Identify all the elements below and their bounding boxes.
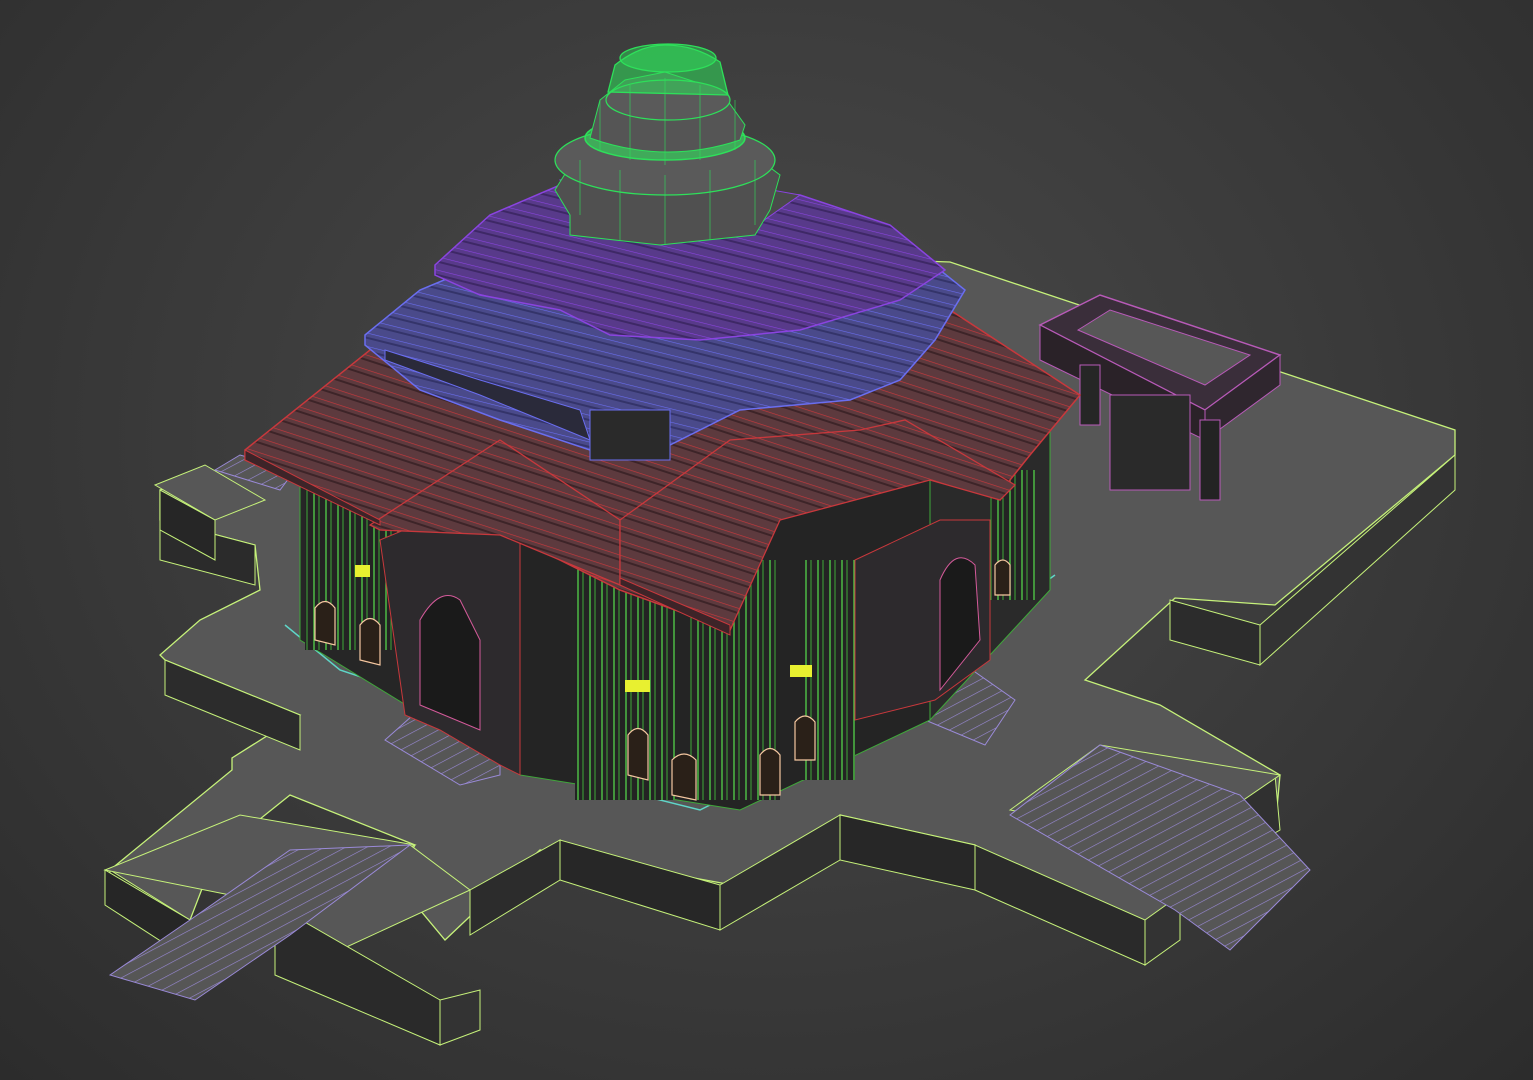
3d-viewport[interactable] bbox=[0, 0, 1533, 1080]
window-light bbox=[790, 665, 812, 677]
window-light bbox=[355, 565, 370, 577]
window-light bbox=[625, 680, 650, 692]
scene-render[interactable] bbox=[0, 0, 1533, 1080]
green-dome-finial bbox=[554, 43, 781, 246]
